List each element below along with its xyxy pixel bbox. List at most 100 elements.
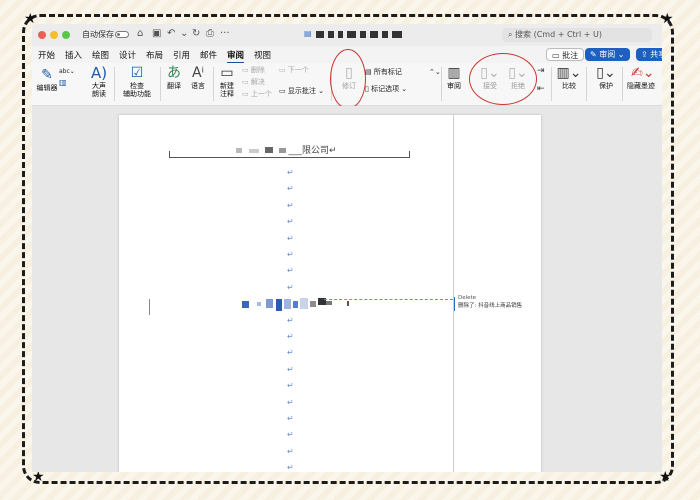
search-icon: ⌕ <box>508 30 516 39</box>
undo-dropdown-icon[interactable]: ⌄ <box>180 28 188 40</box>
home-icon[interactable]: ⌂ <box>137 28 143 40</box>
text-cursor <box>149 299 150 315</box>
resolve-comment-button[interactable]: ▭ 解决 <box>242 78 265 87</box>
translate-button[interactable]: あ 翻译 <box>162 65 186 90</box>
paragraph-mark: ↵ <box>287 315 294 325</box>
annotation-circle <box>330 49 366 109</box>
comments-button[interactable]: ▭ 批注 <box>546 48 585 61</box>
paragraph-mark: ↵ <box>287 184 294 194</box>
all-markup-dropdown[interactable]: ▤ 所有标记 <box>365 68 402 77</box>
next-change-icon[interactable]: ⇥ <box>537 67 545 76</box>
share-icon: ⇪ <box>641 50 651 59</box>
share-button[interactable]: ⇪ 共享 <box>636 48 662 61</box>
page-header: ___限公司↵ <box>236 143 337 156</box>
minimize-window-button[interactable] <box>50 31 58 39</box>
paragraph-mark: ↵ <box>287 233 294 243</box>
review-mode-button[interactable]: ✎ 审阅 ⌄ <box>585 48 630 61</box>
star-icon: ★ <box>659 469 672 485</box>
tab-design[interactable]: 设计 <box>119 49 136 61</box>
resolve-icon: ▭ <box>242 78 251 86</box>
editor-icon: ✎ <box>41 67 53 83</box>
previous-icon: ▭ <box>242 90 251 98</box>
check-accessibility-button[interactable]: ☑ 检查 辅助功能 <box>118 65 156 98</box>
comment-icon: ▭ <box>552 51 563 60</box>
reviewing-pane-icon: ▥ <box>447 65 461 81</box>
next-icon: ▭ <box>279 66 288 74</box>
paragraph-mark: ↵ <box>287 381 294 391</box>
tab-draw[interactable]: 绘图 <box>92 49 109 61</box>
new-comment-icon: ▭ <box>220 65 234 81</box>
delete-comment-button[interactable]: ▭ 删除 <box>242 66 265 75</box>
paragraph-mark: ↵ <box>287 168 294 177</box>
paragraph-mark: ↵ <box>287 250 294 259</box>
paragraph-mark: ↵ <box>287 430 294 440</box>
thesaurus-icon[interactable]: ▥ <box>59 78 67 87</box>
search-input[interactable]: ⌕ 搜索 (Cmd + Ctrl + U) <box>502 28 652 42</box>
paragraph-mark: ↵ <box>287 200 294 210</box>
annotation-circle <box>469 53 537 105</box>
compare-icon: ▥⌄ <box>556 65 582 81</box>
show-comments-icon: ▭ <box>279 87 288 95</box>
tab-view[interactable]: 视图 <box>254 49 271 61</box>
accessibility-icon: ☑ <box>130 65 144 81</box>
deletion-connector <box>324 299 453 300</box>
comment-balloon[interactable]: 删除了: 抖音线上商品销售 <box>458 301 522 309</box>
lock-icon: ▯⌄ <box>596 65 616 81</box>
zoom-window-button[interactable] <box>62 31 70 39</box>
tab-mailings[interactable]: 邮件 <box>200 49 217 61</box>
tab-references[interactable]: 引用 <box>173 49 190 61</box>
translate-icon: あ <box>167 65 181 81</box>
word-window: 自动保存 ⌂ ▣ ↶ ⌄ ↻ ⎙ ··· ▤ ⌕ 搜索 (Cmd + Ctrl … <box>32 24 662 472</box>
language-icon: Aⁱ <box>191 65 205 81</box>
undo-icon[interactable]: ↶ <box>167 28 175 40</box>
paragraph-mark: ↵ <box>287 348 294 358</box>
previous-comment-button[interactable]: ▭ 上一个 <box>242 90 272 99</box>
markup-options-button[interactable]: ▯ 标记选项 ⌄ <box>365 85 407 94</box>
header-rule <box>169 157 409 158</box>
document-canvas: ___限公司↵ ↵ ↵ ↵ ↵ ↵ ↵ ↵ ↵ ↵ ↵ ↵ ↵ ↵ ↵ ↵ ↵ ↵ ↵ Delete 删除了: 抖… <box>32 106 662 472</box>
paragraph-mark: ↵ <box>287 217 294 227</box>
language-button[interactable]: Aⁱ 语言 <box>186 65 210 90</box>
spelling-icon[interactable]: abc⌄ <box>59 67 75 76</box>
redo-icon[interactable]: ↻ <box>192 28 200 40</box>
document-icon: ▤ <box>304 29 312 38</box>
previous-change-icon[interactable]: ⇤ <box>537 85 545 94</box>
paragraph-mark: ↵ <box>287 266 294 276</box>
read-aloud-button[interactable]: A) 大声 朗读 <box>88 65 110 98</box>
tab-layout[interactable]: 布局 <box>146 49 163 61</box>
paragraph-mark: ↵ <box>287 414 294 423</box>
save-icon[interactable]: ▣ <box>152 28 161 40</box>
reviewing-pane-button[interactable]: ▥ 审阅 <box>444 65 464 90</box>
more-icon[interactable]: ··· <box>220 28 230 40</box>
star-icon: ★ <box>661 11 674 27</box>
tab-review[interactable]: 审阅 <box>227 49 245 64</box>
tab-insert[interactable]: 插入 <box>65 49 82 61</box>
star-icon: ★ <box>32 469 45 485</box>
ink-icon: ✍⌄ <box>631 65 655 81</box>
editor-button[interactable]: ✎ 编辑器 <box>35 67 59 92</box>
hide-ink-button[interactable]: ✍⌄ 隐藏墨迹 <box>627 65 662 90</box>
paragraph-mark: ↵ <box>287 397 294 407</box>
comment-marker <box>454 297 455 311</box>
review-ribbon: ✎ 编辑器 abc⌄ ▥ A) 大声 朗读 ☑ 检查 辅助功能 あ 翻译 Aⁱ 语言… <box>32 49 662 109</box>
read-aloud-icon: A) <box>90 64 108 82</box>
next-comment-button[interactable]: ▭ 下一个 <box>279 66 309 75</box>
autosave-label: 自动保存 <box>82 30 114 39</box>
print-icon[interactable]: ⎙ <box>206 28 214 40</box>
paragraph-mark: ↵ <box>287 364 294 374</box>
title-bar: 自动保存 ⌂ ▣ ↶ ⌄ ↻ ⎙ ··· ▤ ⌕ 搜索 (Cmd + Ctrl … <box>32 24 662 47</box>
paragraph-mark: ↵ <box>287 282 294 292</box>
show-comments-button[interactable]: ▭ 显示批注 ⌄ <box>279 87 324 96</box>
paragraph-mark: ↵ <box>287 463 294 472</box>
document-page[interactable]: ___限公司↵ ↵ ↵ ↵ ↵ ↵ ↵ ↵ ↵ ↵ ↵ ↵ ↵ ↵ ↵ ↵ ↵ ↵ ↵ Delete 删除了: 抖… <box>119 115 541 472</box>
markup-dropdown-arrow[interactable]: ⌃⌄ <box>429 68 441 77</box>
compare-button[interactable]: ▥⌄ 比较 <box>556 65 582 90</box>
edit-icon: ✎ <box>590 50 600 59</box>
close-window-button[interactable] <box>38 31 46 39</box>
delete-comment-icon: ▭ <box>242 66 251 74</box>
protect-button[interactable]: ▯⌄ 保护 <box>594 65 618 90</box>
markup-area-divider <box>453 115 454 472</box>
tab-home[interactable]: 开始 <box>38 49 55 61</box>
new-comment-button[interactable]: ▭ 新建 注释 <box>216 65 238 98</box>
autosave-toggle[interactable] <box>115 31 129 38</box>
